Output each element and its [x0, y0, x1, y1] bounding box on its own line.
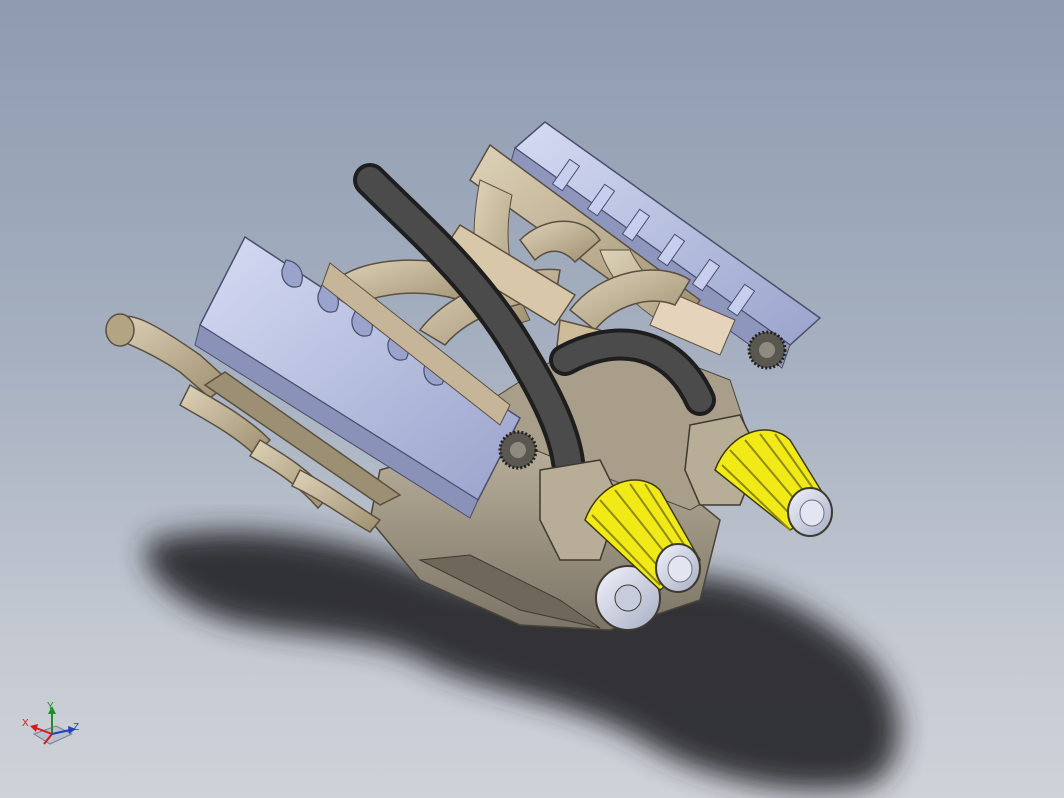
triad-y-label: Y	[47, 701, 54, 712]
pulley-right[interactable]	[747, 330, 787, 370]
3d-viewport[interactable]	[0, 0, 1064, 798]
triad-axes-icon	[30, 706, 76, 745]
reference-triad[interactable]: X Y Z	[22, 700, 92, 760]
triad-x-label: X	[22, 718, 29, 729]
air-filter-right[interactable]	[714, 429, 833, 537]
triad-z-label: Z	[73, 722, 80, 733]
pulley-left[interactable]	[498, 430, 538, 470]
